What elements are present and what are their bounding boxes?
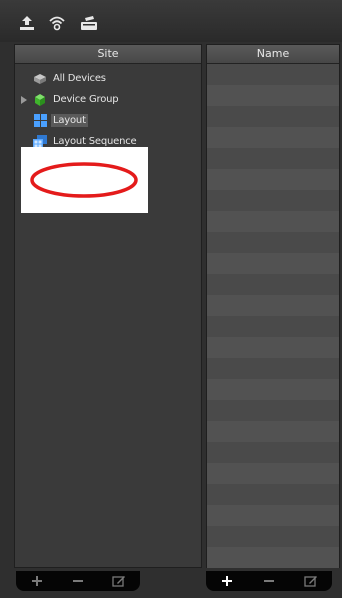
- list-row[interactable]: [207, 106, 339, 127]
- tree-item-label: Layout: [51, 114, 88, 127]
- list-row[interactable]: [207, 64, 339, 85]
- list-row[interactable]: [207, 316, 339, 337]
- list-row[interactable]: [207, 232, 339, 253]
- upload-icon[interactable]: [16, 12, 38, 34]
- list-row[interactable]: [207, 505, 339, 526]
- site-panel: Site All Devices Device Group Layout Lay…: [14, 44, 202, 568]
- list-row[interactable]: [207, 295, 339, 316]
- annotation-ellipse: [30, 162, 138, 198]
- remove-button[interactable]: [69, 573, 87, 589]
- expand-arrow-icon[interactable]: [19, 95, 29, 105]
- device-group-icon: [33, 93, 47, 107]
- list-row[interactable]: [207, 379, 339, 400]
- list-row[interactable]: [207, 127, 339, 148]
- list-row[interactable]: [207, 211, 339, 232]
- site-panel-header: Site: [15, 45, 201, 64]
- add-button[interactable]: [28, 573, 46, 589]
- list-row[interactable]: [207, 484, 339, 505]
- layout-icon: [33, 114, 47, 128]
- plus-icon: [31, 576, 42, 586]
- list-row[interactable]: [207, 337, 339, 358]
- edit-icon: [304, 576, 317, 587]
- add-button[interactable]: [218, 573, 236, 589]
- edit-icon: [112, 576, 126, 587]
- tree-item-device-group[interactable]: Device Group: [15, 89, 201, 110]
- name-panel-actions: [206, 571, 332, 591]
- plus-icon: [222, 576, 232, 586]
- list-row[interactable]: [207, 526, 339, 547]
- list-row[interactable]: [207, 253, 339, 274]
- list-row[interactable]: [207, 442, 339, 463]
- list-row[interactable]: [207, 547, 339, 568]
- site-panel-actions: [16, 571, 140, 591]
- list-row[interactable]: [207, 85, 339, 106]
- list-row[interactable]: [207, 274, 339, 295]
- tree-item-label: All Devices: [53, 73, 106, 84]
- site-tree: All Devices Device Group Layout Layout S…: [15, 64, 201, 152]
- list-row[interactable]: [207, 190, 339, 211]
- edit-button[interactable]: [302, 573, 320, 589]
- remove-button[interactable]: [260, 573, 278, 589]
- list-row[interactable]: [207, 148, 339, 169]
- tree-item-label: Device Group: [53, 94, 119, 105]
- name-panel: Name: [206, 44, 340, 568]
- list-row[interactable]: [207, 400, 339, 421]
- app-window: Site All Devices Device Group Layout Lay…: [0, 0, 342, 598]
- list-row[interactable]: [207, 358, 339, 379]
- minus-icon: [264, 580, 274, 582]
- all-devices-icon: [33, 72, 47, 86]
- tree-item-all-devices[interactable]: All Devices: [15, 68, 201, 89]
- top-toolbar: [0, 0, 342, 42]
- card-reader-icon[interactable]: [78, 12, 100, 34]
- list-row[interactable]: [207, 421, 339, 442]
- list-row[interactable]: [207, 169, 339, 190]
- edit-button[interactable]: [110, 573, 128, 589]
- name-list: [207, 64, 339, 568]
- minus-icon: [72, 580, 83, 582]
- tree-item-layout[interactable]: Layout: [15, 110, 201, 131]
- wireless-icon[interactable]: [46, 12, 68, 34]
- name-panel-header: Name: [207, 45, 339, 64]
- list-row[interactable]: [207, 463, 339, 484]
